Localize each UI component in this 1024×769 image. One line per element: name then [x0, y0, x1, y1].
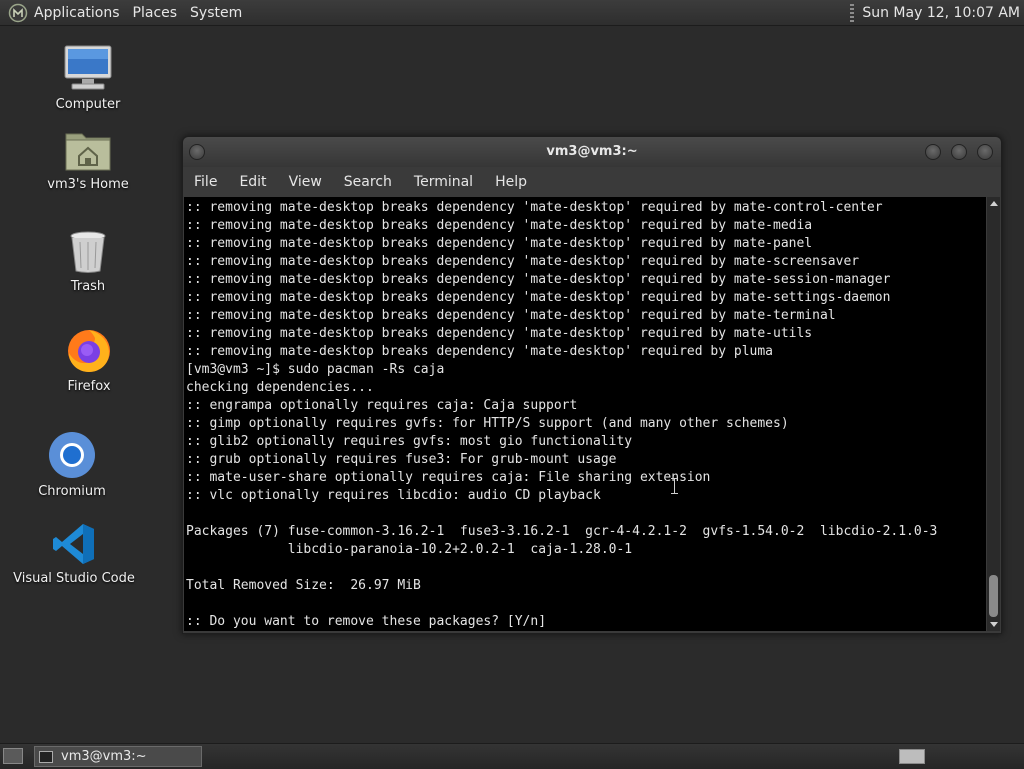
top-panel: Applications Places System Sun May 12, 1… — [0, 0, 1024, 26]
desktop-icon-label: Chromium — [38, 484, 106, 499]
terminal-line: :: removing mate-desktop breaks dependen… — [186, 218, 813, 233]
terminal-line: :: removing mate-desktop breaks dependen… — [186, 290, 891, 305]
scroll-down-arrow-icon[interactable] — [990, 622, 998, 627]
desktop-icon-label: Computer — [55, 97, 121, 112]
terminal-line: :: removing mate-desktop breaks dependen… — [186, 236, 813, 251]
minimize-button[interactable] — [925, 144, 941, 160]
desktop-icon-label: vm3's Home — [47, 177, 129, 192]
menu-terminal[interactable]: Terminal — [403, 174, 484, 190]
home-folder-icon — [65, 133, 111, 171]
desktop-icon-label: Trash — [70, 279, 106, 294]
mouse-ibeam-cursor — [671, 478, 678, 494]
firefox-icon — [68, 330, 110, 372]
desktop-icon-vscode[interactable]: Visual Studio Code — [0, 522, 149, 586]
terminal-line: :: engrampa optionally requires caja: Ca… — [186, 398, 578, 413]
terminal-line: libcdio-paranoia-10.2+2.0.2-1 caja-1.28.… — [186, 542, 633, 557]
panel-handle[interactable] — [850, 3, 855, 22]
terminal-menubar: File Edit View Search Terminal Help — [183, 167, 1001, 196]
taskbar-item-terminal[interactable]: vm3@vm3:~ — [34, 746, 202, 767]
mate-logo-icon[interactable] — [8, 3, 28, 23]
terminal-line: Packages (7) fuse-common-3.16.2-1 fuse3-… — [186, 524, 938, 539]
bottom-panel: vm3@vm3:~ — [0, 743, 1024, 769]
terminal-line: :: gimp optionally requires gvfs: for HT… — [186, 416, 789, 431]
workspace-switcher[interactable] — [899, 749, 925, 764]
menu-edit[interactable]: Edit — [228, 174, 277, 190]
chromium-icon — [49, 432, 95, 478]
taskbar-item-label: vm3@vm3:~ — [61, 749, 147, 764]
menu-search[interactable]: Search — [333, 174, 403, 190]
terminal-window[interactable]: vm3@vm3:~ File Edit View Search Terminal… — [182, 136, 1002, 634]
desktop-icon-label: Visual Studio Code — [13, 571, 135, 586]
terminal-line: Total Removed Size: 26.97 MiB — [186, 578, 421, 593]
desktop-icon-firefox[interactable]: Firefox — [14, 326, 164, 394]
terminal-line: :: mate-user-share optionally requires c… — [186, 470, 711, 485]
terminal-line: :: removing mate-desktop breaks dependen… — [186, 200, 883, 215]
applications-menu[interactable]: Applications — [32, 5, 129, 21]
close-button[interactable] — [977, 144, 993, 160]
places-menu[interactable]: Places — [129, 5, 187, 21]
menu-help[interactable]: Help — [484, 174, 538, 190]
clock[interactable]: Sun May 12, 10:07 AM — [862, 5, 1024, 21]
scroll-thumb[interactable] — [989, 575, 998, 617]
desktop-icon-trash[interactable]: Trash — [13, 230, 163, 294]
computer-icon — [64, 45, 112, 90]
trash-icon — [70, 231, 106, 273]
terminal-line: :: Do you want to remove these packages?… — [186, 614, 547, 629]
maximize-button[interactable] — [951, 144, 967, 160]
system-menu[interactable]: System — [186, 5, 251, 21]
desktop-icon-home[interactable]: vm3's Home — [13, 128, 163, 192]
desktop-icon-computer[interactable]: Computer — [13, 44, 163, 112]
vscode-icon — [53, 524, 94, 564]
window-title: vm3@vm3:~ — [546, 144, 638, 159]
desktop-icon-label: Firefox — [67, 379, 111, 394]
terminal-line: :: removing mate-desktop breaks dependen… — [186, 272, 891, 287]
menu-view[interactable]: View — [278, 174, 333, 190]
menu-file[interactable]: File — [183, 174, 228, 190]
terminal-scrollbar[interactable] — [987, 197, 1000, 631]
terminal-line: checking dependencies... — [186, 380, 374, 395]
terminal-icon — [39, 750, 53, 763]
terminal-line: :: removing mate-desktop breaks dependen… — [186, 254, 860, 269]
terminal-line: :: removing mate-desktop breaks dependen… — [186, 344, 773, 359]
desktop-icon-chromium[interactable]: Chromium — [0, 431, 147, 499]
window-titlebar[interactable]: vm3@vm3:~ — [183, 137, 1001, 167]
terminal-line: :: grub optionally requires fuse3: For g… — [186, 452, 617, 467]
terminal-line: :: removing mate-desktop breaks dependen… — [186, 326, 813, 341]
show-desktop-icon[interactable] — [3, 748, 23, 764]
terminal-line: [vm3@vm3 ~]$ sudo pacman -Rs caja — [186, 362, 445, 377]
terminal-line: :: vlc optionally requires libcdio: audi… — [186, 488, 601, 503]
terminal-text: :: removing mate-desktop breaks dependen… — [184, 197, 986, 631]
terminal-output[interactable]: :: removing mate-desktop breaks dependen… — [184, 197, 986, 631]
scroll-up-arrow-icon[interactable] — [990, 201, 998, 206]
terminal-line: :: removing mate-desktop breaks dependen… — [186, 308, 836, 323]
terminal-line: :: glib2 optionally requires gvfs: most … — [186, 434, 633, 449]
